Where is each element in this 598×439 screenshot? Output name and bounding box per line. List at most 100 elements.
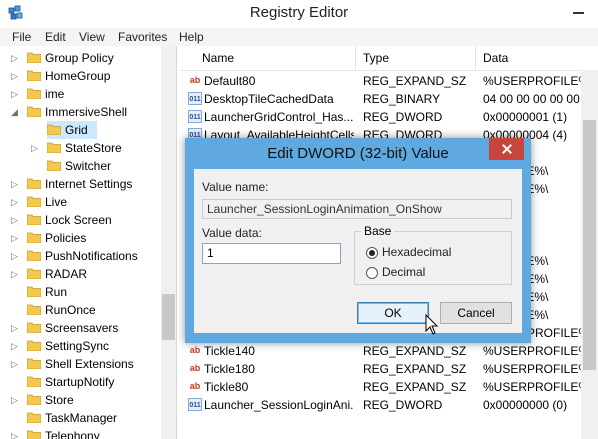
tree-item[interactable]: ▷ Telephony [3, 427, 153, 439]
tree-item[interactable]: ▷ Internet Settings [3, 175, 153, 193]
list-row[interactable]: abDefault80 REG_EXPAND_SZ %USERPROFILE%\ [180, 72, 581, 90]
tree-item[interactable]: ▷ Store [3, 391, 153, 409]
value-data-input[interactable]: 1 [202, 243, 341, 264]
tree-scrollbar-thumb[interactable] [162, 294, 175, 340]
tree-scrollbar[interactable] [161, 46, 176, 439]
menu-file[interactable]: File [12, 30, 31, 44]
folder-icon [47, 124, 61, 135]
column-header-name[interactable]: Name [202, 51, 234, 65]
collapsed-arrow-icon[interactable]: ▷ [11, 67, 19, 85]
hexadecimal-label[interactable]: Hexadecimal [382, 245, 451, 259]
tree-item[interactable]: RunOnce [3, 301, 153, 319]
list-row[interactable]: abTickle180 REG_EXPAND_SZ %USERPROFILE%\ [180, 360, 581, 378]
column-header-type[interactable]: Type [363, 51, 389, 65]
folder-icon [27, 88, 41, 99]
close-icon[interactable] [489, 138, 524, 160]
tree-item[interactable]: Grid [47, 121, 97, 139]
collapsed-arrow-icon[interactable]: ▷ [11, 175, 19, 193]
collapsed-arrow-icon[interactable]: ▷ [11, 211, 19, 229]
column-divider[interactable] [475, 46, 476, 70]
list-header: Name Type Data [180, 46, 598, 71]
string-value-icon: ab [189, 381, 201, 391]
collapsed-arrow-icon[interactable]: ▷ [11, 337, 19, 355]
collapsed-arrow-icon[interactable]: ▷ [11, 49, 19, 67]
tree-item-label: ime [45, 87, 65, 101]
tree-item-label: Telephony [45, 429, 100, 439]
hexadecimal-radio[interactable] [366, 247, 378, 259]
collapsed-arrow-icon[interactable]: ▷ [11, 193, 19, 211]
list-row[interactable]: 011 DesktopTileCachedData REG_BINARY 04 00 … [180, 90, 581, 108]
tree-item-label: RunOnce [45, 303, 96, 317]
tree-item[interactable]: ▷ Screensavers [3, 319, 153, 337]
minimize-button[interactable] [562, 0, 596, 24]
collapsed-arrow-icon[interactable]: ▷ [11, 247, 19, 265]
folder-icon [27, 196, 41, 207]
cell-name: Tickle140 [204, 344, 255, 358]
tree-item[interactable]: ▷ PushNotifications [3, 247, 153, 265]
collapsed-arrow-icon[interactable]: ▷ [11, 229, 19, 247]
tree-item[interactable]: ▷ SettingSync [3, 337, 153, 355]
tree-item-label: ImmersiveShell [45, 105, 128, 119]
tree-item[interactable]: ▷ RADAR [3, 265, 153, 283]
decimal-radio[interactable] [366, 267, 378, 279]
list-row[interactable]: 011 Launcher_SessionLoginAni... REG_DWORD 0… [180, 396, 580, 414]
list-row[interactable]: 011 LauncherGridControl_Has... REG_DWORD 0x… [180, 108, 580, 126]
tree-item[interactable]: ▷ ime [3, 85, 153, 103]
tree-item[interactable]: ▷ StateStore [3, 139, 153, 157]
title-bar: Registry Editor [0, 0, 598, 28]
list-scrollbar[interactable] [581, 70, 598, 439]
collapsed-arrow-icon[interactable]: ▷ [11, 85, 19, 103]
tree-item[interactable]: ▷ Shell Extensions [3, 355, 153, 373]
tree-item[interactable]: ▷ Policies [3, 229, 153, 247]
menu-favorites[interactable]: Favorites [118, 30, 167, 44]
collapsed-arrow-icon[interactable]: ▷ [11, 319, 19, 337]
tree-item[interactable]: ▷ Group Policy [3, 49, 153, 67]
minimize-icon [573, 12, 584, 14]
tree-item[interactable]: Run [3, 283, 153, 301]
menu-edit[interactable]: Edit [45, 30, 66, 44]
mouse-cursor-icon [425, 314, 439, 335]
tree-item[interactable]: ▷ Live [3, 193, 153, 211]
tree-item[interactable]: Switcher [3, 157, 153, 175]
folder-icon [27, 286, 41, 297]
tree-item[interactable]: TaskManager [3, 409, 153, 427]
tree-item-label: Run [45, 285, 68, 299]
tree-item[interactable]: StartupNotify [3, 373, 153, 391]
menu-view[interactable]: View [79, 30, 105, 44]
column-header-data[interactable]: Data [483, 51, 508, 65]
collapsed-arrow-icon[interactable]: ▷ [11, 355, 19, 373]
tree-item[interactable]: ▷ HomeGroup [3, 67, 153, 85]
string-value-icon: ab [189, 75, 201, 85]
binary-value-icon: 011 [188, 110, 202, 123]
cell-data: %USERPROFILE%\ [483, 362, 581, 376]
tree-item[interactable]: ▷ Lock Screen [3, 211, 153, 229]
tree-item-label: Live [45, 195, 68, 209]
folder-icon [27, 250, 41, 261]
expanded-arrow-icon[interactable]: ◢ [11, 103, 19, 121]
column-divider[interactable] [355, 46, 356, 70]
list-row[interactable]: abTickle140 REG_EXPAND_SZ %USERPROFILE%\ [180, 342, 581, 360]
cancel-button[interactable]: Cancel [440, 302, 512, 324]
tree-item-label: Policies [45, 231, 87, 245]
folder-icon [27, 106, 41, 117]
menu-help[interactable]: Help [179, 30, 204, 44]
decimal-label[interactable]: Decimal [382, 265, 425, 279]
ok-button[interactable]: OK [357, 302, 429, 324]
folder-icon [27, 214, 41, 225]
tree-item[interactable]: ◢ ImmersiveShell [3, 103, 153, 121]
collapsed-arrow-icon[interactable]: ▷ [11, 427, 19, 439]
key-tree-pane[interactable]: ▷ Group Policy ▷ HomeGroup ▷ ime ◢ ImmersiveShe… [3, 46, 177, 439]
binary-value-icon: 011 [188, 398, 202, 411]
cell-name: DesktopTileCachedData [204, 92, 334, 106]
cell-type: REG_DWORD [363, 110, 443, 124]
dialog-title: Edit DWORD (32-bit) Value [267, 145, 449, 162]
collapsed-arrow-icon[interactable]: ▷ [11, 391, 19, 409]
folder-icon [27, 52, 41, 63]
collapsed-arrow-icon[interactable]: ▷ [11, 265, 19, 283]
folder-icon [27, 232, 41, 243]
list-scrollbar-thumb[interactable] [583, 120, 596, 370]
cell-name: Tickle180 [204, 362, 255, 376]
window-title: Registry Editor [249, 4, 349, 21]
collapsed-arrow-icon[interactable]: ▷ [31, 139, 39, 157]
list-row[interactable]: abTickle80 REG_EXPAND_SZ %USERPROFILE%\ [180, 378, 581, 396]
